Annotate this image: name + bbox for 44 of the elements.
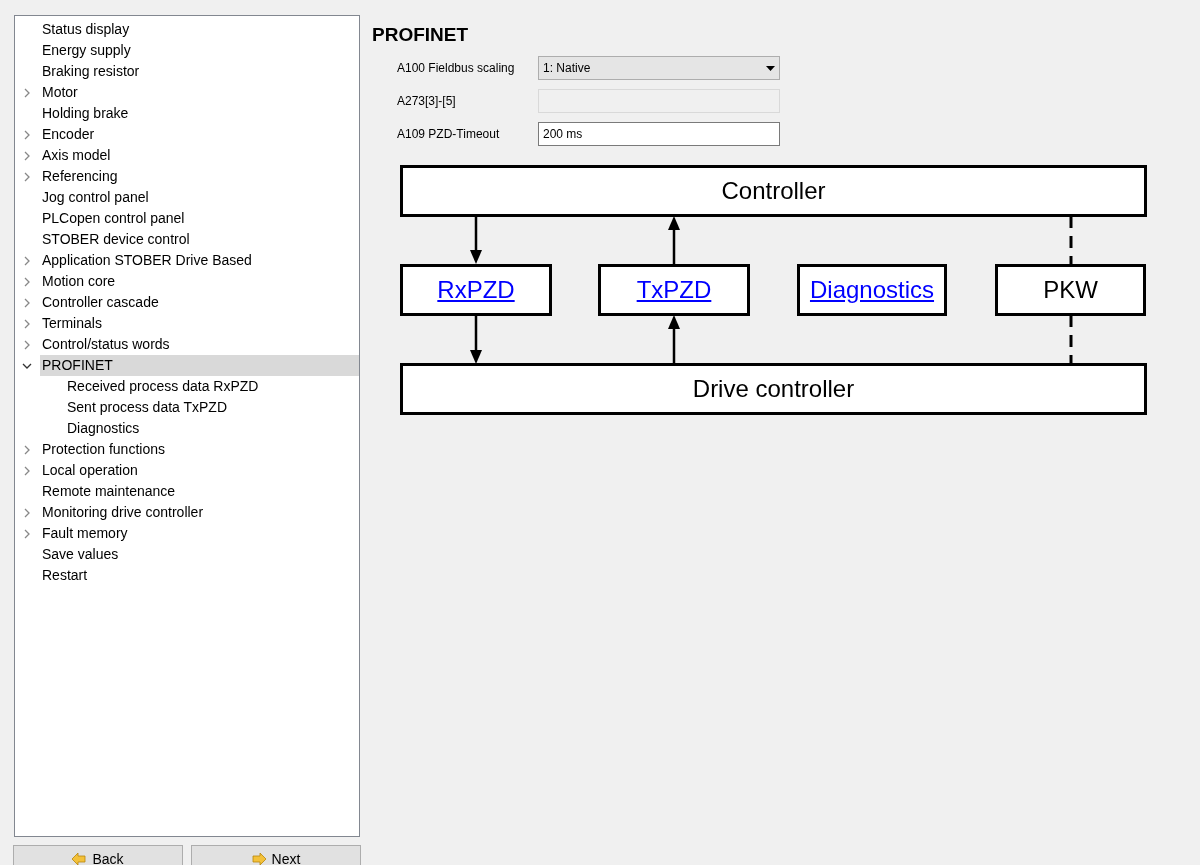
tree-item[interactable]: Sent process data TxPZD	[65, 397, 359, 418]
tree-item[interactable]: Braking resistor	[40, 61, 359, 82]
tree-item[interactable]: PROFINET	[40, 355, 359, 376]
block-label: PKW	[1043, 276, 1098, 304]
diagram-block: Drive controller	[400, 363, 1147, 415]
tree-item[interactable]: Encoder	[40, 124, 359, 145]
tree-item[interactable]: Received process data RxPZD	[65, 376, 359, 397]
tree-item[interactable]: Remote maintenance	[40, 481, 359, 502]
tree-item[interactable]: Application STOBER Drive Based	[40, 250, 359, 271]
tree-item[interactable]: Monitoring drive controller	[40, 502, 359, 523]
tree-item[interactable]: Protection functions	[40, 439, 359, 460]
field-label: A100 Fieldbus scaling	[397, 61, 516, 75]
tree-item[interactable]: PLCopen control panel	[40, 208, 359, 229]
tree-item[interactable]: Holding brake	[40, 103, 359, 124]
tree-item[interactable]: Motor	[40, 82, 359, 103]
tree-item[interactable]: Axis model	[40, 145, 359, 166]
tree-item[interactable]: Referencing	[40, 166, 359, 187]
tree-item[interactable]: STOBER device control	[40, 229, 359, 250]
text-field[interactable]: 200 ms	[538, 122, 780, 146]
tree-item[interactable]: Control/status words	[40, 334, 359, 355]
left-arrow-icon	[72, 853, 87, 865]
tree-item[interactable]: Fault memory	[40, 523, 359, 544]
back-button[interactable]: Back	[13, 845, 183, 865]
dropdown-field[interactable]: 1: Native	[538, 56, 780, 80]
dropdown-arrow-icon	[766, 65, 775, 71]
next-button[interactable]: Next	[191, 845, 361, 865]
tree-item[interactable]: Save values	[40, 544, 359, 565]
tree-item[interactable]: Jog control panel	[40, 187, 359, 208]
tree-item[interactable]: Motion core	[40, 271, 359, 292]
diagram-link[interactable]: RxPZD	[437, 276, 515, 304]
field-label: A273[3]-[5]	[397, 94, 457, 108]
diagram-block: Controller	[400, 165, 1147, 217]
tree-item[interactable]: Controller cascade	[40, 292, 359, 313]
tree-item[interactable]: Diagnostics	[65, 418, 359, 439]
diagram-link[interactable]: TxPZD	[636, 276, 712, 304]
tree-item[interactable]: Terminals	[40, 313, 359, 334]
tree-item[interactable]: Energy supply	[40, 40, 359, 61]
diagram-link[interactable]: Diagnostics	[809, 276, 935, 304]
field-label: A109 PZD-Timeout	[397, 127, 501, 141]
right-arrow-icon	[251, 853, 266, 865]
page-title: PROFINET	[372, 24, 470, 46]
tree-item[interactable]: Restart	[40, 565, 359, 586]
tree-item[interactable]: Local operation	[40, 460, 359, 481]
tree-item[interactable]: Status display	[40, 19, 359, 40]
